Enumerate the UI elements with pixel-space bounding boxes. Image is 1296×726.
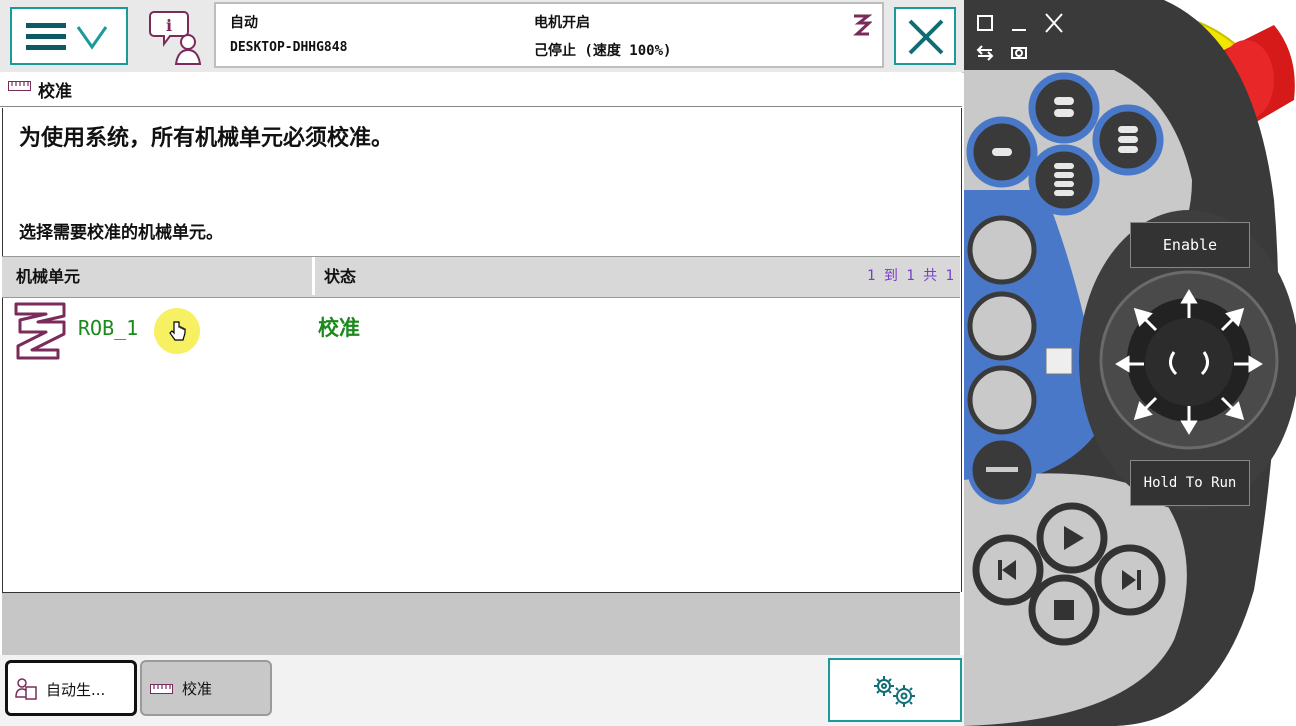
col-header-status[interactable]: 状态 1 到 1 共 1 <box>316 257 960 295</box>
menu-icon <box>26 23 108 50</box>
program-state: 己停止 (速度 100%) <box>534 43 672 59</box>
table-row[interactable]: ROB_1 校准 <box>4 298 958 362</box>
prompt-text: 选择需要校准的机械单元。 <box>19 223 223 243</box>
table-header: 机械单元 状态 1 到 1 共 1 <box>2 256 960 298</box>
chevron-down-icon <box>76 26 108 50</box>
status-panel[interactable]: 自动 DESKTOP-DHHG848 电机开启 己停止 (速度 100%) <box>214 2 884 68</box>
virtual-pendant: Enable Hold To Run <box>964 0 1296 726</box>
main-menu-button[interactable] <box>10 7 128 65</box>
task-calibration[interactable]: 校准 <box>140 660 272 716</box>
bottom-status-area <box>2 592 960 656</box>
robot-icon <box>14 302 66 360</box>
cursor-highlight <box>154 308 200 354</box>
cursor-hand-icon <box>169 321 186 341</box>
unit-status: 校准 <box>318 316 360 340</box>
enable-button[interactable]: Enable <box>1130 222 1250 268</box>
close-button[interactable] <box>894 7 956 65</box>
top-bar: i 自动 DESKTOP-DHHG848 电机开启 己停止 (速度 100%) <box>0 0 964 73</box>
ruler-icon <box>150 684 173 694</box>
robot-icon <box>853 14 872 36</box>
pendant-body <box>964 0 1296 726</box>
motor-status: 电机开启 <box>534 15 590 31</box>
svg-text:i: i <box>166 16 172 35</box>
info-user-icon[interactable]: i <box>148 8 208 68</box>
computer-name: DESKTOP-DHHG848 <box>230 40 348 55</box>
col-header-unit[interactable]: 机械单元 <box>2 257 315 295</box>
ruler-icon <box>8 81 31 91</box>
close-icon <box>908 19 944 55</box>
window-title: 校准 <box>38 82 72 102</box>
intro-text: 为使用系统，所有机械单元必须校准。 <box>19 126 394 151</box>
window-title-row: 校准 <box>0 72 962 107</box>
quickset-button[interactable] <box>828 658 962 722</box>
flexpendant-screen: i 自动 DESKTOP-DHHG848 电机开启 己停止 (速度 100%) … <box>0 0 964 726</box>
pagination-label: 1 到 1 共 1 <box>866 268 954 284</box>
operating-mode: 自动 <box>230 15 258 31</box>
user-doc-icon <box>15 678 37 700</box>
taskbar: 自动生... 校准 <box>0 655 964 726</box>
task-auto-generate[interactable]: 自动生... <box>5 660 137 716</box>
unit-name: ROB_1 <box>78 316 139 340</box>
gear-icon <box>874 676 915 707</box>
hold-to-run-button[interactable]: Hold To Run <box>1130 460 1250 506</box>
